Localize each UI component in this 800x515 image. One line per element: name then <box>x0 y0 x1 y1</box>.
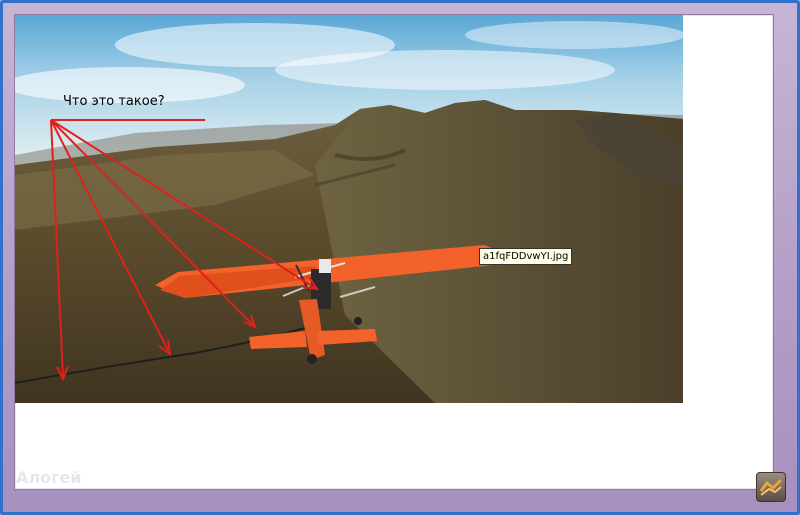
annotation-question: Что это такое? <box>63 94 165 109</box>
watermark-text: Алогей <box>16 468 82 487</box>
filename-tooltip: a1fqFDDvwYI.jpg <box>479 248 573 265</box>
aerial-photo <box>15 15 683 403</box>
sunset-badge-icon[interactable] <box>756 472 786 502</box>
